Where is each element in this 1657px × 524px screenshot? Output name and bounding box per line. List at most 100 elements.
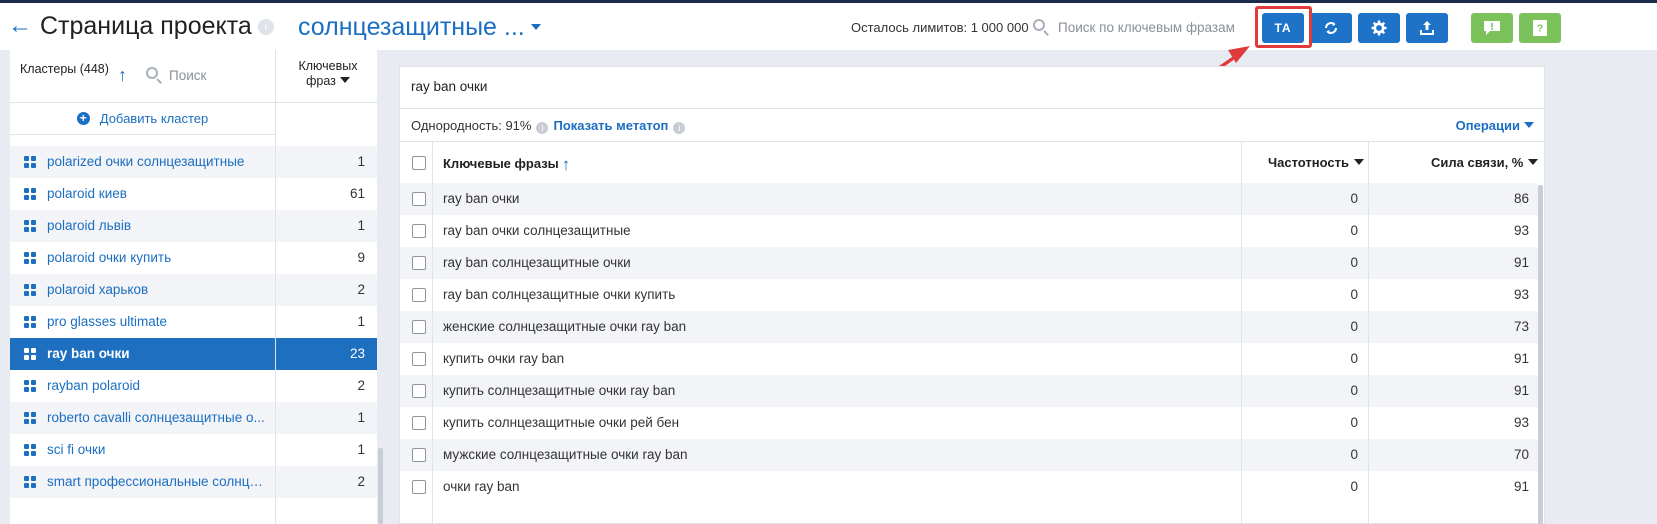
- operations-dropdown[interactable]: Операции: [1456, 118, 1534, 133]
- chevron-down-icon: [530, 24, 541, 30]
- frequency-column-label: Частотность: [1268, 155, 1349, 170]
- keyword-search[interactable]: Поиск по ключевым фразам: [1032, 14, 1242, 40]
- keyword-strength: 93: [1513, 223, 1529, 238]
- info-icon[interactable]: i: [673, 122, 686, 134]
- grid-icon: [24, 348, 36, 360]
- cluster-keyword-count: 23: [349, 346, 365, 361]
- chevron-down-icon: [1353, 159, 1364, 165]
- strength-column-header[interactable]: Сила связи, %: [1431, 155, 1539, 170]
- grid-icon: [24, 188, 36, 200]
- cluster-keyword-count: 1: [357, 314, 365, 329]
- row-checkbox[interactable]: [412, 288, 426, 302]
- keyword-frequency: 0: [1350, 255, 1358, 270]
- keyword-frequency: 0: [1350, 351, 1358, 366]
- keyword-strength: 91: [1513, 383, 1529, 398]
- cluster-search-input[interactable]: Поиск: [169, 68, 206, 83]
- cluster-info-bar: Однородность: 91% i Показать метатоп i Опер…: [400, 108, 1544, 142]
- operations-label: Операции: [1455, 118, 1520, 133]
- keyword-count-column-label: Ключевых фраз: [298, 59, 358, 88]
- row-checkbox[interactable]: [412, 480, 426, 494]
- select-all-checkbox[interactable]: [412, 156, 426, 170]
- cluster-row[interactable]: roberto cavalli солнцезащитные о... 1: [10, 402, 377, 434]
- cluster-row[interactable]: sci fi очки 1: [10, 434, 377, 466]
- cluster-row[interactable]: rayban polaroid 2: [10, 370, 377, 402]
- cluster-row[interactable]: polaroid львів 1: [10, 210, 377, 242]
- keyword-frequency: 0: [1350, 287, 1358, 302]
- sync-button[interactable]: [1310, 13, 1352, 43]
- row-checkbox[interactable]: [412, 448, 426, 462]
- cluster-detail-panel: ray ban очки Однородность: 91% i Показать …: [399, 66, 1545, 524]
- keyword-count-column-header[interactable]: Ключевых фраз: [288, 59, 368, 89]
- row-checkbox[interactable]: [412, 192, 426, 206]
- add-cluster-button[interactable]: + Добавить кластер: [10, 103, 275, 135]
- export-button[interactable]: [1406, 13, 1448, 43]
- row-checkbox[interactable]: [412, 320, 426, 334]
- upload-icon: [1420, 21, 1434, 35]
- cluster-row[interactable]: polaroid харьков 2: [10, 274, 377, 306]
- clusters-count-label: Кластеры (448): [20, 62, 109, 76]
- frequency-column-divider: [1241, 142, 1242, 524]
- cluster-row[interactable]: polaroid очки купить 9: [10, 242, 377, 274]
- back-arrow-icon[interactable]: ←: [8, 11, 32, 41]
- grid-icon: [24, 412, 36, 424]
- page-title-text: Страница проекта: [40, 12, 252, 40]
- grid-icon: [24, 476, 36, 488]
- cluster-search[interactable]: Поиск: [145, 66, 206, 84]
- ta-highlight-box: [1255, 6, 1312, 48]
- keyword-frequency: 0: [1350, 415, 1358, 430]
- keyword-strength: 70: [1513, 447, 1529, 462]
- keyword-frequency: 0: [1350, 447, 1358, 462]
- row-checkbox[interactable]: [412, 384, 426, 398]
- chevron-down-icon: [339, 77, 350, 83]
- grid-icon: [24, 284, 36, 296]
- cluster-row[interactable]: pro glasses ultimate 1: [10, 306, 377, 338]
- keyword-search-input[interactable]: Поиск по ключевым фразам: [1058, 20, 1235, 35]
- column-divider: [275, 50, 276, 524]
- sort-up-arrow-icon[interactable]: ↑: [118, 66, 127, 84]
- phrases-column-header[interactable]: Ключевые фразы ↑: [443, 155, 570, 175]
- cluster-keyword-count: 2: [357, 282, 365, 297]
- row-checkbox[interactable]: [412, 224, 426, 238]
- cluster-row[interactable]: smart профессиональные солнце... 2: [10, 466, 377, 498]
- cluster-row[interactable]: polaroid киев 61: [10, 178, 377, 210]
- show-metatop-link[interactable]: Показать метатоп: [553, 118, 668, 133]
- cluster-row[interactable]: polarized очки солнцезащитные 1: [10, 146, 377, 178]
- page-title: Страница проекта i: [40, 11, 274, 41]
- info-icon[interactable]: i: [257, 19, 274, 35]
- keyword-strength: 91: [1513, 479, 1529, 494]
- row-checkbox[interactable]: [412, 352, 426, 366]
- clusters-scrollbar[interactable]: [378, 448, 383, 524]
- grid-icon: [24, 316, 36, 328]
- help-book-icon: ?: [1533, 20, 1547, 36]
- add-cluster-label: Добавить кластер: [99, 111, 209, 126]
- keywords-table-body: ray ban очки 0 86 ray ban очки солнцезащитн…: [400, 183, 1544, 524]
- keyword-strength: 91: [1513, 255, 1529, 270]
- frequency-column-header[interactable]: Частотность: [1268, 155, 1364, 170]
- keyword-frequency: 0: [1350, 223, 1358, 238]
- keyword-frequency: 0: [1350, 191, 1358, 206]
- info-icon[interactable]: i: [536, 122, 549, 134]
- search-icon: [145, 66, 163, 84]
- strength-column-label: Сила связи, %: [1431, 155, 1524, 170]
- help-button[interactable]: ?: [1519, 13, 1561, 43]
- chevron-down-icon: [1528, 159, 1539, 165]
- project-selector[interactable]: солнцезащитные ...: [298, 12, 541, 42]
- limits-remaining: Осталось лимитов: 1 000 000: [851, 20, 1029, 35]
- settings-button[interactable]: [1358, 13, 1400, 43]
- grid-icon: [24, 444, 36, 456]
- feedback-button[interactable]: [1471, 13, 1513, 43]
- keywords-scrollbar[interactable]: [1538, 185, 1543, 524]
- cluster-name: polaroid львів: [47, 218, 132, 233]
- sort-up-arrow-icon: ↑: [561, 155, 571, 174]
- grid-icon: [24, 380, 36, 392]
- keyword-strength: 91: [1513, 351, 1529, 366]
- row-checkbox[interactable]: [412, 416, 426, 430]
- cluster-keyword-count: 1: [357, 154, 365, 169]
- cluster-name: pro glasses ultimate: [47, 314, 168, 329]
- cluster-name: rayban polaroid: [47, 378, 141, 393]
- chevron-down-icon: [1524, 122, 1534, 128]
- checkbox-column-divider: [432, 142, 433, 524]
- keyword-frequency: 0: [1350, 319, 1358, 334]
- cluster-row[interactable]: ray ban очки 23: [10, 338, 377, 370]
- row-checkbox[interactable]: [412, 256, 426, 270]
